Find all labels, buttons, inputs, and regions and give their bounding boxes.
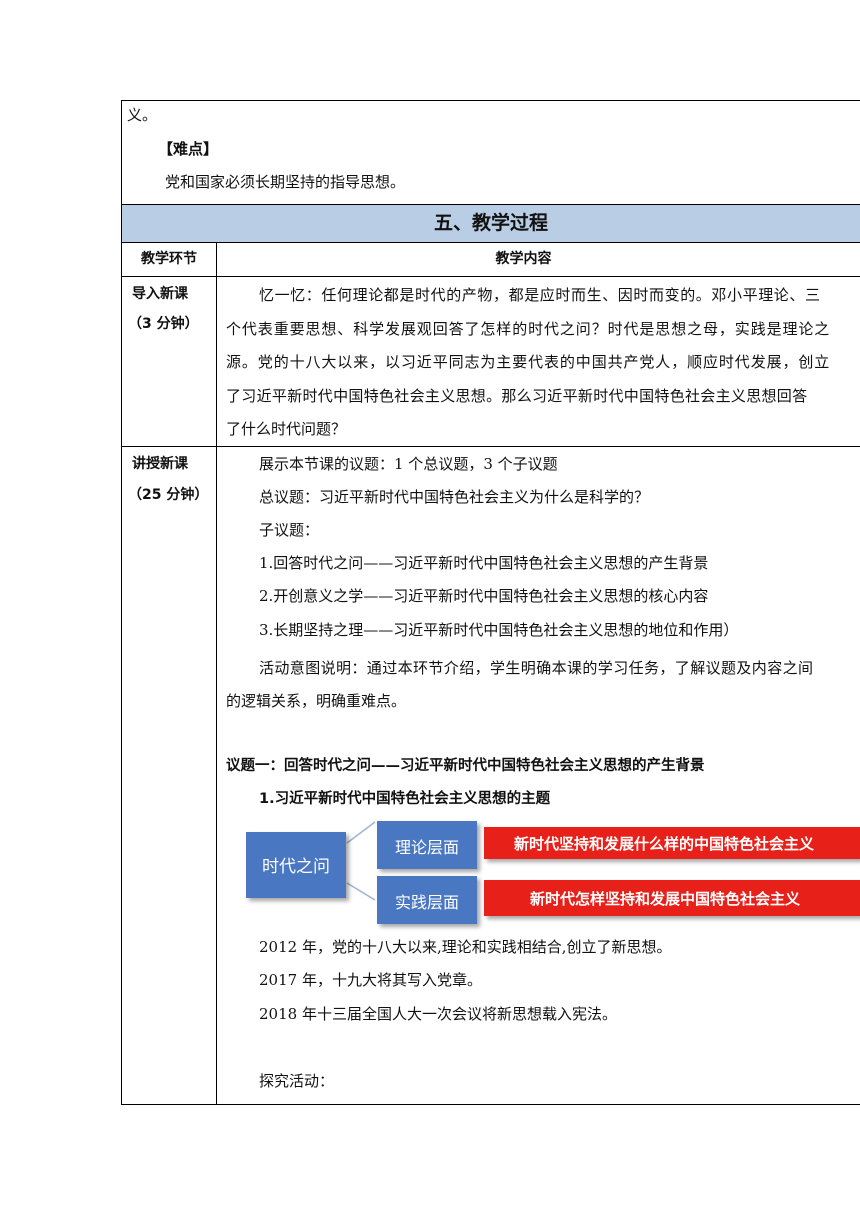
- diagram-theory-label: 理论层面: [394, 838, 459, 857]
- fact-line: 2012 年，党的十八大以来,理论和实践相结合,创立了新思想。: [259, 938, 672, 956]
- intro-duration: （3 分钟）: [128, 316, 199, 332]
- intro-stage-label: 导入新课: [132, 286, 188, 302]
- column-divider: [216, 242, 217, 1104]
- section-header: 五、教学过程: [122, 205, 860, 242]
- diagram-practice-box: 实践层面: [377, 876, 477, 924]
- topic1-subheading: 1.习近平新时代中国特色社会主义思想的主题: [259, 791, 551, 807]
- diagram-theory-text-box: 新时代坚持和发展什么样的中国特色社会主义: [484, 827, 860, 859]
- difficulty-text: 党和国家必须长期坚持的指导思想。: [165, 173, 406, 191]
- intro-line: 源。党的十八大以来，以习近平同志为主要代表的中国共产党人，顺应时代发展，创立: [226, 353, 831, 371]
- lecture-line: 的逻辑关系，明确重难点。: [226, 692, 407, 710]
- lecture-duration: （25 分钟）: [128, 487, 209, 503]
- fact-line: 2018 年十三届全国人大一次会议将新思想载入宪法。: [259, 1005, 617, 1023]
- lecture-line: 展示本节课的议题：1 个总议题，3 个子议题: [259, 455, 558, 473]
- intro-line: 了什么时代问题？: [226, 420, 347, 438]
- diagram-center-label: 时代之问: [262, 857, 330, 877]
- column-header-stage: 教学环节: [141, 251, 197, 267]
- diagram-theory-box: 理论层面: [377, 821, 477, 869]
- table-top-border: [121, 100, 860, 101]
- continuation-text: 义。: [127, 106, 158, 124]
- lecture-line: 子议题：: [259, 521, 320, 539]
- column-header-content: 教学内容: [495, 251, 552, 267]
- document-page: 义。 【难点】 党和国家必须长期坚持的指导思想。 五、教学过程 教学环节 教学内…: [0, 0, 860, 1216]
- table-bottom-border: [121, 1104, 860, 1105]
- lecture-line: 总议题：习近平新时代中国特色社会主义为什么是科学的？: [259, 488, 650, 506]
- diagram-practice-text: 新时代怎样坚持和发展中国特色社会主义: [530, 890, 801, 908]
- diagram-theory-text: 新时代坚持和发展什么样的中国特色社会主义: [514, 835, 815, 853]
- section-title: 五、教学过程: [433, 212, 548, 234]
- difficulty-heading: 【难点】: [158, 140, 219, 158]
- intro-line: 忆一忆：任何理论都是时代的产物，都是应时而生、因时而变的。邓小平理论、三: [259, 286, 821, 304]
- activity-label: 探究活动：: [259, 1072, 335, 1090]
- intro-line: 个代表重要思想、科学发展观回答了怎样的时代之问？时代是思想之母，实践是理论之: [226, 320, 831, 338]
- diagram-center-box: 时代之问: [246, 832, 346, 898]
- lecture-line: 3.长期坚持之理——习近平新时代中国特色社会主义思想的地位和作用）: [259, 621, 739, 639]
- header-bottom-border: [121, 276, 860, 277]
- topic1-title: 议题一：回答时代之问——习近平新时代中国特色社会主义思想的产生背景: [226, 758, 705, 774]
- lecture-line: 活动意图说明：通过本环节介绍，学生明确本课的学习任务，了解议题及内容之间: [259, 659, 814, 677]
- lecture-stage-label: 讲授新课: [132, 456, 188, 472]
- lecture-line: 2.开创意义之学——习近平新时代中国特色社会主义思想的核心内容: [259, 587, 709, 605]
- diagram-practice-label: 实践层面: [394, 893, 459, 912]
- intro-bottom-border: [121, 446, 860, 447]
- intro-line: 了习近平新时代中国特色社会主义思想。那么习近平新时代中国特色社会主义思想回答: [226, 387, 808, 405]
- lecture-line: 1.回答时代之问——习近平新时代中国特色社会主义思想的产生背景: [259, 554, 709, 572]
- fact-line: 2017 年，十九大将其写入党章。: [259, 971, 482, 989]
- diagram-practice-text-box: 新时代怎样坚持和发展中国特色社会主义: [484, 880, 860, 916]
